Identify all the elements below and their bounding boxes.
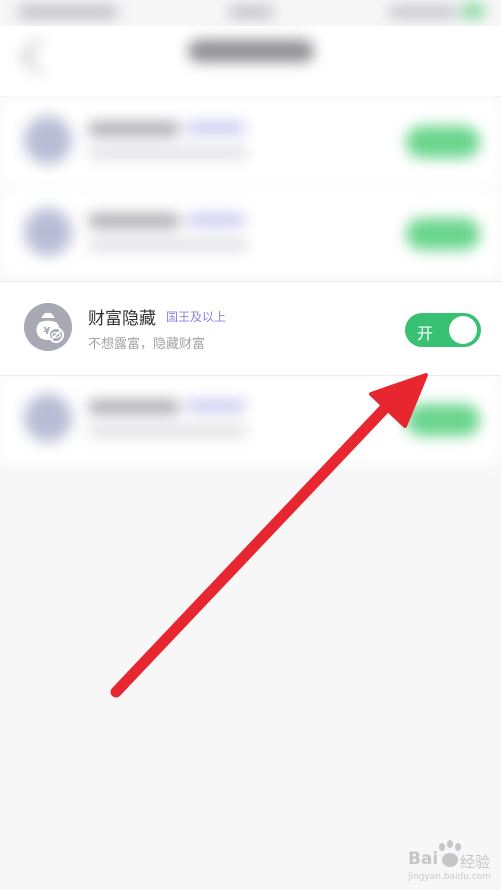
annotation-arrow-icon	[110, 373, 428, 698]
watermark: Bai 经验 jingyan.baidu.com	[396, 836, 496, 886]
watermark-url: jingyan.baidu.com	[408, 872, 492, 882]
watermark-suffix: 经验	[460, 853, 491, 871]
